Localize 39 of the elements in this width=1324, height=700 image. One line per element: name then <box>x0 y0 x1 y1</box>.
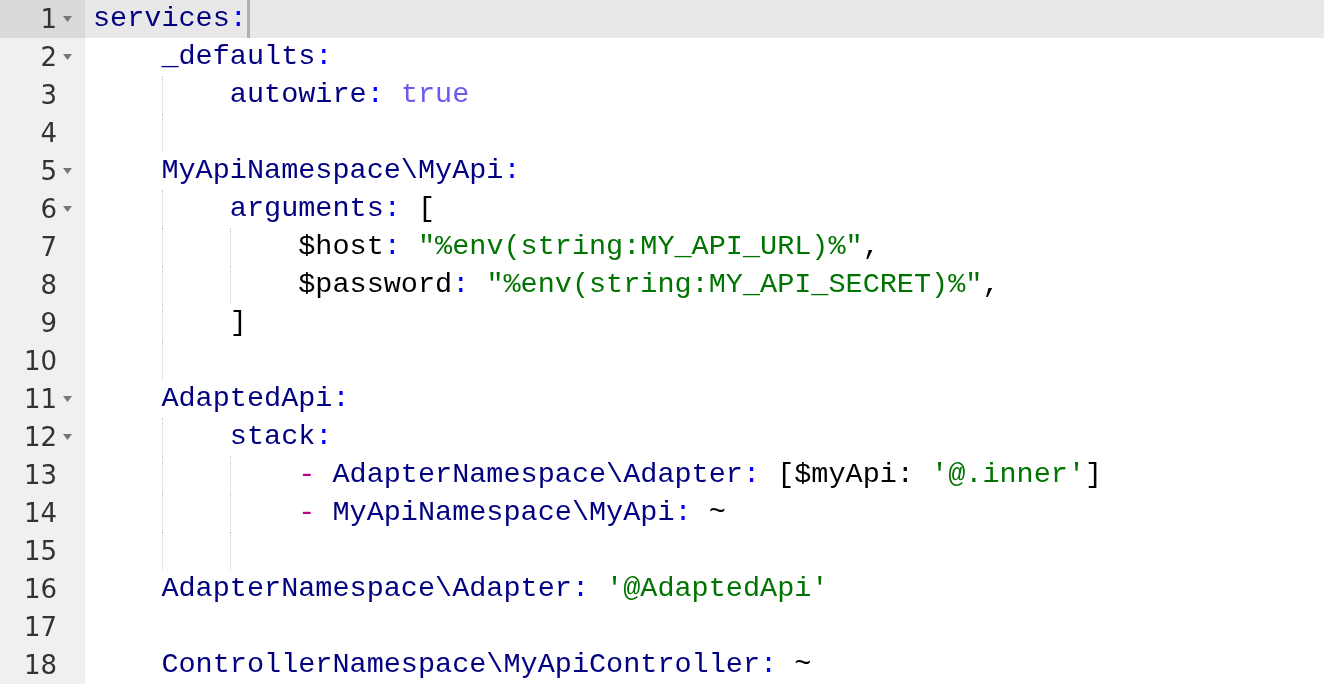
code-line: arguments: [ <box>228 191 436 227</box>
line-number: 14 <box>23 497 57 530</box>
line-number: 16 <box>23 573 57 606</box>
line-number: 2 <box>40 41 57 74</box>
line-number: 15 <box>23 535 57 568</box>
code-line: $password: "%env(string:MY_API_SECRET)%", <box>297 267 1000 303</box>
text-cursor <box>246 0 250 38</box>
fold-caret-icon[interactable] <box>62 54 72 60</box>
fold-caret-icon[interactable] <box>62 16 72 22</box>
line-number: 18 <box>23 649 57 682</box>
line-number: 7 <box>40 231 57 264</box>
line-number: 10 <box>23 345 57 378</box>
code-line: ] <box>228 305 247 341</box>
line-number: 3 <box>40 79 57 112</box>
fold-caret-icon[interactable] <box>62 206 72 212</box>
code-line: services: <box>93 1 247 37</box>
line-number: 13 <box>23 459 57 492</box>
code-line: stack: <box>228 419 333 455</box>
code-line: _defaults: <box>160 39 333 75</box>
line-number: 4 <box>40 117 57 150</box>
line-number: 11 <box>23 383 57 416</box>
line-number: 8 <box>40 269 57 302</box>
line-number: 6 <box>40 193 57 226</box>
line-number: 17 <box>23 611 57 644</box>
code-line: autowire: true <box>228 77 470 113</box>
fold-caret-icon[interactable] <box>62 434 72 440</box>
line-number: 12 <box>23 421 57 454</box>
fold-caret-icon[interactable] <box>62 396 72 402</box>
fold-caret-icon[interactable] <box>62 168 72 174</box>
code-line: - AdapterNamespace\Adapter: [$myApi: '@.inner'] <box>297 457 1103 493</box>
code-line: MyApiNamespace\MyApi: <box>160 153 521 189</box>
code-line: - MyApiNamespace\MyApi: ~ <box>297 495 726 531</box>
code-line: AdaptedApi: <box>160 381 350 417</box>
line-number: 1 <box>40 3 57 36</box>
code-line: ControllerNamespace\MyApiController: ~ <box>160 647 812 683</box>
code-line: AdapterNamespace\Adapter: '@AdaptedApi' <box>160 571 829 607</box>
line-number: 5 <box>40 155 57 188</box>
code-line: $host: "%env(string:MY_API_URL)%", <box>297 229 880 265</box>
line-number: 9 <box>40 307 57 340</box>
